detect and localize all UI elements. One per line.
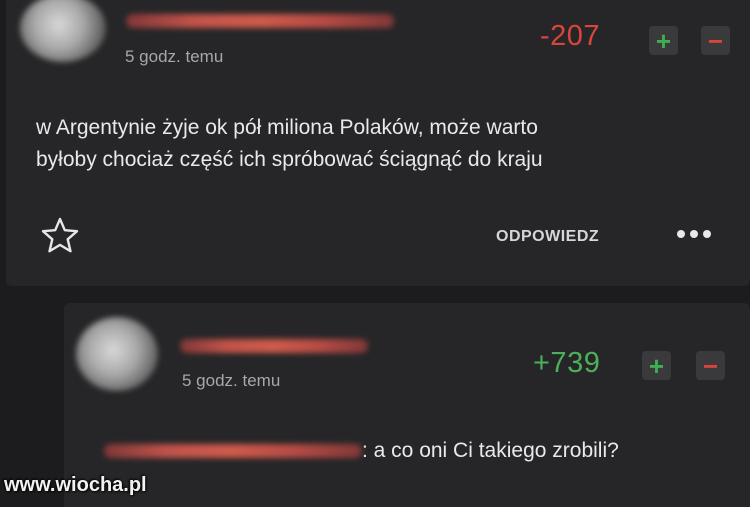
comment-time: 5 godz. temu [182,371,281,390]
downvote-button[interactable]: − [701,26,730,55]
redacted-mention [104,444,362,458]
dot [703,230,711,238]
dot [690,230,698,238]
comment-text: w Argentynie żyje ok pół miliona Polaków… [36,112,736,176]
comment-score: +739 [533,347,601,379]
star-outline-icon[interactable] [40,216,80,254]
reply-button[interactable]: ODPOWIEDZ [496,228,599,246]
reply-text: : a co oni Ci takiego zrobili? [362,439,619,462]
watermark: www.wiocha.pl [4,474,147,496]
avatar[interactable] [20,0,106,62]
redacted-username [180,339,368,353]
downvote-button[interactable]: − [696,351,725,380]
avatar[interactable] [76,317,158,391]
comment-time: 5 godz. temu [125,47,224,66]
comment-score: -207 [540,20,601,52]
more-dots-icon[interactable] [677,230,711,238]
upvote-button[interactable]: + [642,351,671,380]
redacted-username [126,14,394,28]
comment-card: 5 godz. temu -207 + − w Argentynie żyje … [6,0,750,286]
reply-comment-card: 5 godz. temu +739 + − : a co oni Ci taki… [64,303,750,507]
screen: 5 godz. temu -207 + − w Argentynie żyje … [0,0,750,507]
comment-text-line: w Argentynie żyje ok pół miliona Polaków… [36,116,538,139]
upvote-button[interactable]: + [649,26,678,55]
comment-text-line: byłoby chociaż część ich spróbować ściąg… [36,148,543,171]
dot [677,230,685,238]
